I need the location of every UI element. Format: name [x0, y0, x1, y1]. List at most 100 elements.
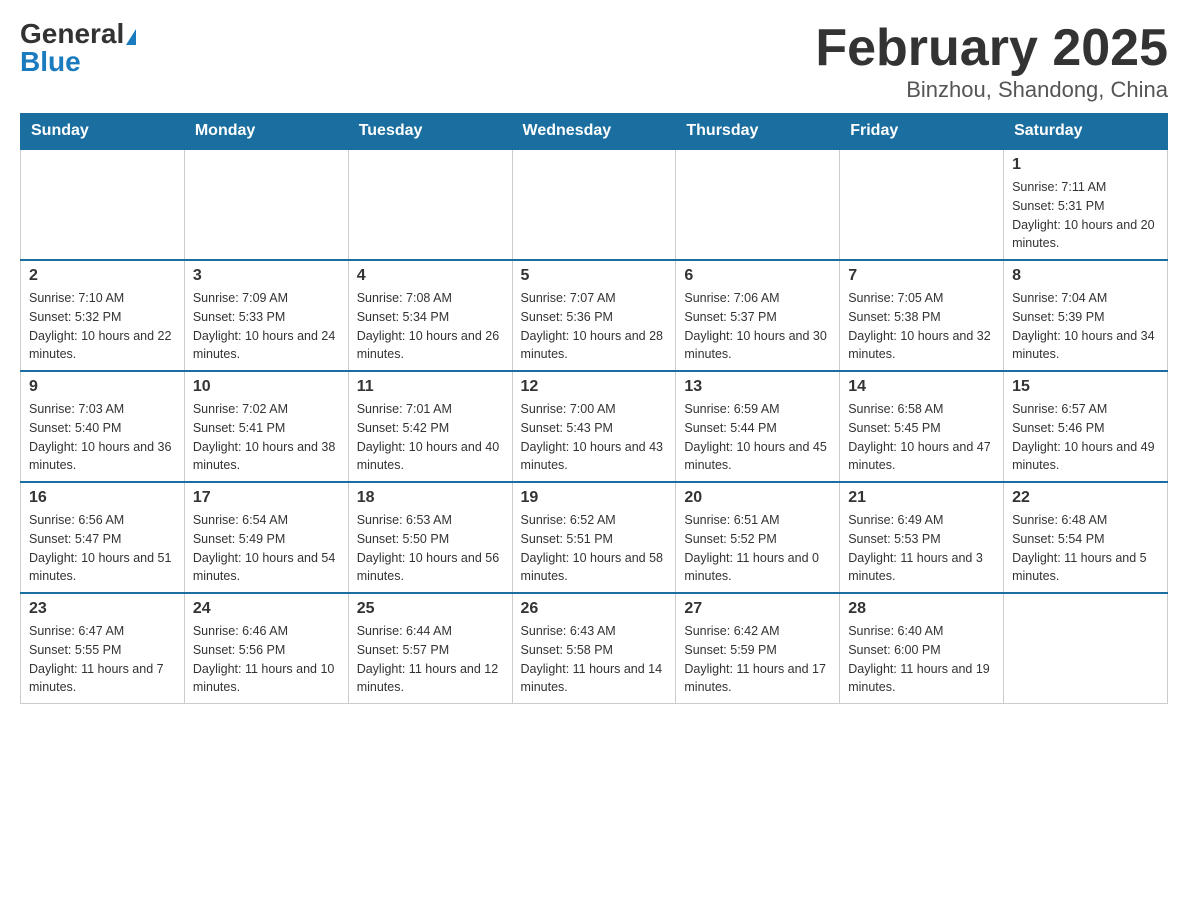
day-number: 19	[521, 489, 668, 507]
day-info: Sunrise: 6:54 AMSunset: 5:49 PMDaylight:…	[193, 511, 340, 586]
logo-general-text: General	[20, 18, 124, 49]
calendar-cell: 22 Sunrise: 6:48 AMSunset: 5:54 PMDayligh…	[1004, 482, 1168, 593]
calendar-cell: 2 Sunrise: 7:10 AMSunset: 5:32 PMDaylight…	[21, 260, 185, 371]
weekday-header-row: SundayMondayTuesdayWednesdayThursdayFrid…	[21, 114, 1168, 150]
day-number: 2	[29, 267, 176, 285]
day-number: 6	[684, 267, 831, 285]
day-number: 16	[29, 489, 176, 507]
day-info: Sunrise: 6:52 AMSunset: 5:51 PMDaylight:…	[521, 511, 668, 586]
day-info: Sunrise: 6:47 AMSunset: 5:55 PMDaylight:…	[29, 622, 176, 697]
calendar-cell	[676, 149, 840, 260]
calendar-cell: 20 Sunrise: 6:51 AMSunset: 5:52 PMDayligh…	[676, 482, 840, 593]
cell-content: 26Sunrise: 6:43 AMSunset: 5:58 PMDayligh…	[521, 600, 668, 697]
day-info: Sunrise: 7:10 AMSunset: 5:32 PMDaylight:…	[29, 289, 176, 364]
calendar-cell: 16Sunrise: 6:56 AMSunset: 5:47 PMDayligh…	[21, 482, 185, 593]
day-info: Sunrise: 7:01 AMSunset: 5:42 PMDaylight:…	[357, 400, 504, 475]
day-info: Sunrise: 7:08 AMSunset: 5:34 PMDaylight:…	[357, 289, 504, 364]
location-title: Binzhou, Shandong, China	[815, 77, 1168, 103]
day-number: 22	[1012, 489, 1159, 507]
calendar-body: 1 Sunrise: 7:11 AMSunset: 5:31 PMDaylight…	[21, 149, 1168, 704]
cell-content: 5 Sunrise: 7:07 AMSunset: 5:36 PMDaylight…	[521, 267, 668, 364]
day-info: Sunrise: 7:11 AMSunset: 5:31 PMDaylight:…	[1012, 178, 1159, 253]
day-number: 7	[848, 267, 995, 285]
logo-line1: General	[20, 20, 136, 48]
cell-content: 2 Sunrise: 7:10 AMSunset: 5:32 PMDaylight…	[29, 267, 176, 364]
calendar-cell: 26Sunrise: 6:43 AMSunset: 5:58 PMDayligh…	[512, 593, 676, 704]
calendar-week-row: 2 Sunrise: 7:10 AMSunset: 5:32 PMDaylight…	[21, 260, 1168, 371]
day-number: 14	[848, 378, 995, 396]
cell-content: 22 Sunrise: 6:48 AMSunset: 5:54 PMDayligh…	[1012, 489, 1159, 586]
day-number: 18	[357, 489, 504, 507]
weekday-header-monday: Monday	[184, 114, 348, 150]
calendar-cell: 28Sunrise: 6:40 AMSunset: 6:00 PMDayligh…	[840, 593, 1004, 704]
calendar-cell: 11 Sunrise: 7:01 AMSunset: 5:42 PMDayligh…	[348, 371, 512, 482]
cell-content: 19 Sunrise: 6:52 AMSunset: 5:51 PMDayligh…	[521, 489, 668, 586]
calendar-cell: 18Sunrise: 6:53 AMSunset: 5:50 PMDayligh…	[348, 482, 512, 593]
calendar-cell: 4Sunrise: 7:08 AMSunset: 5:34 PMDaylight…	[348, 260, 512, 371]
day-number: 27	[684, 600, 831, 618]
day-info: Sunrise: 6:40 AMSunset: 6:00 PMDaylight:…	[848, 622, 995, 697]
calendar-cell: 7 Sunrise: 7:05 AMSunset: 5:38 PMDaylight…	[840, 260, 1004, 371]
calendar-cell: 17Sunrise: 6:54 AMSunset: 5:49 PMDayligh…	[184, 482, 348, 593]
cell-content: 15 Sunrise: 6:57 AMSunset: 5:46 PMDayligh…	[1012, 378, 1159, 475]
calendar-cell: 25Sunrise: 6:44 AMSunset: 5:57 PMDayligh…	[348, 593, 512, 704]
calendar-cell: 10 Sunrise: 7:02 AMSunset: 5:41 PMDayligh…	[184, 371, 348, 482]
calendar-cell	[1004, 593, 1168, 704]
weekday-header-thursday: Thursday	[676, 114, 840, 150]
logo-triangle-icon	[126, 29, 136, 45]
day-number: 8	[1012, 267, 1159, 285]
day-info: Sunrise: 7:02 AMSunset: 5:41 PMDaylight:…	[193, 400, 340, 475]
cell-content: 6Sunrise: 7:06 AMSunset: 5:37 PMDaylight…	[684, 267, 831, 364]
logo-blue-text: Blue	[20, 46, 81, 77]
weekday-header-saturday: Saturday	[1004, 114, 1168, 150]
cell-content: 12Sunrise: 7:00 AMSunset: 5:43 PMDayligh…	[521, 378, 668, 475]
cell-content: 24Sunrise: 6:46 AMSunset: 5:56 PMDayligh…	[193, 600, 340, 697]
calendar-cell	[184, 149, 348, 260]
cell-content: 17Sunrise: 6:54 AMSunset: 5:49 PMDayligh…	[193, 489, 340, 586]
cell-content: 25Sunrise: 6:44 AMSunset: 5:57 PMDayligh…	[357, 600, 504, 697]
day-number: 12	[521, 378, 668, 396]
cell-content: 14Sunrise: 6:58 AMSunset: 5:45 PMDayligh…	[848, 378, 995, 475]
day-info: Sunrise: 6:48 AMSunset: 5:54 PMDaylight:…	[1012, 511, 1159, 586]
calendar-cell	[840, 149, 1004, 260]
day-number: 26	[521, 600, 668, 618]
day-info: Sunrise: 7:09 AMSunset: 5:33 PMDaylight:…	[193, 289, 340, 364]
day-info: Sunrise: 7:07 AMSunset: 5:36 PMDaylight:…	[521, 289, 668, 364]
day-info: Sunrise: 6:42 AMSunset: 5:59 PMDaylight:…	[684, 622, 831, 697]
day-number: 25	[357, 600, 504, 618]
calendar-cell: 14Sunrise: 6:58 AMSunset: 5:45 PMDayligh…	[840, 371, 1004, 482]
cell-content: 1 Sunrise: 7:11 AMSunset: 5:31 PMDaylight…	[1012, 156, 1159, 253]
calendar-cell: 8Sunrise: 7:04 AMSunset: 5:39 PMDaylight…	[1004, 260, 1168, 371]
day-number: 1	[1012, 156, 1159, 174]
day-number: 15	[1012, 378, 1159, 396]
day-info: Sunrise: 7:05 AMSunset: 5:38 PMDaylight:…	[848, 289, 995, 364]
day-info: Sunrise: 6:57 AMSunset: 5:46 PMDaylight:…	[1012, 400, 1159, 475]
cell-content: 10 Sunrise: 7:02 AMSunset: 5:41 PMDayligh…	[193, 378, 340, 475]
day-number: 20	[684, 489, 831, 507]
cell-content: 8Sunrise: 7:04 AMSunset: 5:39 PMDaylight…	[1012, 267, 1159, 364]
cell-content: 20 Sunrise: 6:51 AMSunset: 5:52 PMDayligh…	[684, 489, 831, 586]
day-info: Sunrise: 7:03 AMSunset: 5:40 PMDaylight:…	[29, 400, 176, 475]
calendar-cell: 21Sunrise: 6:49 AMSunset: 5:53 PMDayligh…	[840, 482, 1004, 593]
page-header: General Blue February 2025 Binzhou, Shan…	[20, 20, 1168, 103]
day-number: 10	[193, 378, 340, 396]
calendar-cell	[348, 149, 512, 260]
calendar-cell: 9Sunrise: 7:03 AMSunset: 5:40 PMDaylight…	[21, 371, 185, 482]
day-number: 23	[29, 600, 176, 618]
day-number: 5	[521, 267, 668, 285]
day-number: 11	[357, 378, 504, 396]
weekday-header-friday: Friday	[840, 114, 1004, 150]
cell-content: 9Sunrise: 7:03 AMSunset: 5:40 PMDaylight…	[29, 378, 176, 475]
calendar-cell: 24Sunrise: 6:46 AMSunset: 5:56 PMDayligh…	[184, 593, 348, 704]
calendar-week-row: 23 Sunrise: 6:47 AMSunset: 5:55 PMDayligh…	[21, 593, 1168, 704]
calendar-cell: 27 Sunrise: 6:42 AMSunset: 5:59 PMDayligh…	[676, 593, 840, 704]
day-info: Sunrise: 6:51 AMSunset: 5:52 PMDaylight:…	[684, 511, 831, 586]
calendar-cell: 13Sunrise: 6:59 AMSunset: 5:44 PMDayligh…	[676, 371, 840, 482]
cell-content: 18Sunrise: 6:53 AMSunset: 5:50 PMDayligh…	[357, 489, 504, 586]
logo: General Blue	[20, 20, 136, 76]
weekday-header-tuesday: Tuesday	[348, 114, 512, 150]
day-info: Sunrise: 6:49 AMSunset: 5:53 PMDaylight:…	[848, 511, 995, 586]
calendar-table: SundayMondayTuesdayWednesdayThursdayFrid…	[20, 113, 1168, 704]
calendar-week-row: 1 Sunrise: 7:11 AMSunset: 5:31 PMDaylight…	[21, 149, 1168, 260]
calendar-cell: 3Sunrise: 7:09 AMSunset: 5:33 PMDaylight…	[184, 260, 348, 371]
